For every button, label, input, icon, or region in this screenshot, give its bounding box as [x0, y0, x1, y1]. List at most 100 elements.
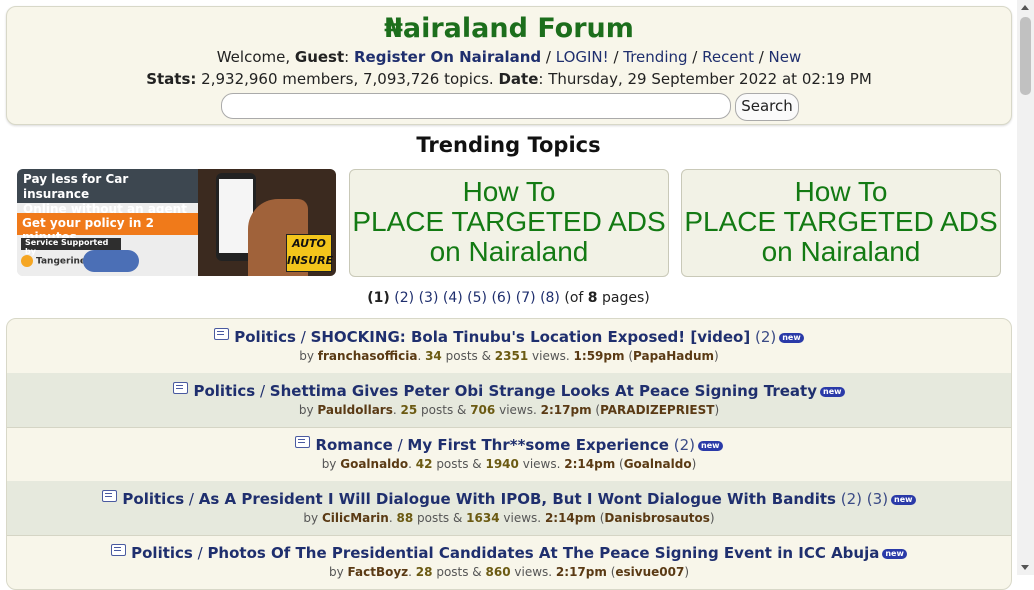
topic-title-link[interactable]: As A President I Will Dialogue With IPOB…	[199, 490, 836, 508]
topic-title-link[interactable]: Photos Of The Presidential Candidates At…	[207, 544, 879, 562]
scroll-down-arrow-icon[interactable]	[1021, 565, 1029, 570]
views-label: views.	[522, 457, 561, 471]
page-link-6[interactable]: (6)	[491, 290, 511, 306]
view-count: 1940	[485, 457, 519, 471]
topic-author-link[interactable]: franchasofficia	[318, 349, 418, 363]
topic-author-link[interactable]: CilicMarin	[322, 511, 389, 525]
last-poster-link[interactable]: PARADIZEPRIEST	[600, 403, 714, 417]
posts-label: posts &	[445, 349, 491, 363]
page-link-2[interactable]: (2)	[394, 290, 414, 306]
by-label: by	[299, 349, 314, 363]
view-count: 860	[485, 565, 511, 579]
topic-icon	[111, 544, 127, 556]
topic-icon	[173, 382, 189, 394]
topic-icon	[214, 328, 230, 340]
topic-author-link[interactable]: Pauldollars	[317, 403, 392, 417]
page-current: (1)	[367, 290, 390, 306]
topic-section-link[interactable]: Politics	[193, 382, 255, 400]
topic-meta: by CilicMarin. 88 posts & 1634 views. 2:…	[303, 511, 715, 525]
promo-line1: How To	[462, 176, 556, 207]
last-post-time: 2:14pm	[544, 511, 596, 525]
views-label: views.	[499, 403, 537, 417]
auto-insure-logo: AUTO INSURE	[286, 234, 333, 272]
page-total: 8	[587, 290, 598, 306]
topic-page-links[interactable]: (2)	[755, 328, 776, 346]
page-link-4[interactable]: (4)	[443, 290, 463, 306]
ad-cta-band: Get your policy in 2 minutes	[17, 213, 198, 244]
page-link-3[interactable]: (3)	[419, 290, 439, 306]
topic-author-link[interactable]: FactBoyz	[348, 565, 409, 579]
topic-section-link[interactable]: Politics	[234, 328, 296, 346]
recent-link[interactable]: Recent	[702, 48, 754, 66]
last-poster-link[interactable]: esivue007	[615, 565, 684, 579]
posts-label: posts &	[436, 457, 482, 471]
promo-line1: How To	[794, 176, 888, 207]
topic-section-link[interactable]: Politics	[122, 490, 184, 508]
promo-targeted-ads-2[interactable]: How To PLACE TARGETED ADS on Nairaland	[681, 169, 1001, 277]
new-badge: new	[891, 495, 916, 505]
login-link[interactable]: LOGIN!	[556, 48, 609, 66]
post-count: 25	[400, 403, 418, 417]
promo-targeted-ads-1[interactable]: How To PLACE TARGETED ADS on Nairaland	[349, 169, 669, 277]
last-post-time: 2:17pm	[540, 403, 592, 417]
posts-label: posts &	[436, 565, 482, 579]
last-poster-link[interactable]: Goalnaldo	[624, 457, 692, 471]
page-link-7[interactable]: (7)	[516, 290, 536, 306]
search-button[interactable]: Search	[735, 93, 799, 121]
ad-band-text: Pay less for Car insurance Online withou…	[23, 172, 198, 217]
page-scrollbar[interactable]	[1017, 0, 1034, 575]
last-poster-link[interactable]: PapaHadum	[633, 349, 714, 363]
stats-text: 2,932,960 members, 7,093,726 topics.	[201, 70, 494, 88]
promo-line3: on Nairaland	[761, 236, 921, 267]
last-poster-link[interactable]: Danisbrosautos	[604, 511, 710, 525]
stats-line: Stats: 2,932,960 members, 7,093,726 topi…	[7, 70, 1011, 88]
post-count: 28	[415, 565, 433, 579]
topic-title-link[interactable]: My First Thr**some Experience	[407, 436, 669, 454]
topic-page-links[interactable]: (2)	[674, 436, 695, 454]
topic-meta: by FactBoyz. 28 posts & 860 views. 2:17p…	[328, 565, 690, 579]
trending-link[interactable]: Trending	[623, 48, 687, 66]
topic-section-link[interactable]: Politics	[131, 544, 193, 562]
car-insurance-ad[interactable]: Pay less for Car insurance Online withou…	[17, 169, 336, 276]
posts-label: posts &	[421, 403, 467, 417]
topic-title-link[interactable]: Shettima Gives Peter Obi Strange Looks A…	[270, 382, 817, 400]
topic-row: Politics / SHOCKING: Bola Tinubu's Locat…	[7, 319, 1011, 374]
last-post-time: 2:17pm	[555, 565, 607, 579]
topic-row: Politics / As A President I Will Dialogu…	[7, 481, 1011, 536]
site-logo[interactable]: ₦airaland Forum	[7, 13, 1011, 44]
ad-photo: AUTO INSURE	[198, 169, 336, 276]
by-label: by	[298, 403, 314, 417]
views-label: views.	[503, 511, 542, 525]
search-input[interactable]	[221, 93, 731, 119]
topic-title-line: Romance / My First Thr**some Experience …	[7, 436, 1011, 454]
topic-section-link[interactable]: Romance	[315, 436, 392, 454]
topic-title-link[interactable]: SHOCKING: Bola Tinubu's Location Exposed…	[311, 328, 751, 346]
stats-label: Stats:	[146, 70, 197, 88]
new-badge: new	[820, 387, 845, 397]
new-badge: new	[698, 441, 723, 451]
ad-line1: Pay less for Car insurance	[23, 172, 129, 201]
trending-title: Trending Topics	[416, 133, 601, 157]
page-link-8[interactable]: (8)	[540, 290, 560, 306]
post-count: 42	[415, 457, 433, 471]
topic-title-line: Politics / Shettima Gives Peter Obi Stra…	[7, 382, 1011, 400]
topic-author-link[interactable]: Goalnaldo	[340, 457, 408, 471]
promo-line2: PLACE TARGETED ADS	[684, 206, 998, 237]
topic-meta: by franchasofficia. 34 posts & 2351 view…	[299, 349, 719, 363]
topic-page-links[interactable]: (2) (3)	[841, 490, 888, 508]
topic-row: Politics / Shettima Gives Peter Obi Stra…	[7, 373, 1011, 428]
scroll-up-arrow-icon[interactable]	[1021, 5, 1029, 10]
register-link[interactable]: Register On Nairaland	[354, 48, 541, 66]
ad-band: Pay less for Car insurance Online withou…	[17, 169, 198, 216]
post-count: 88	[396, 511, 414, 525]
ad-left-panel: Pay less for Car insurance Online withou…	[17, 169, 198, 276]
seal-logo-icon	[83, 250, 139, 272]
topic-title-line: Politics / Photos Of The Presidential Ca…	[7, 544, 1011, 562]
page-link-5[interactable]: (5)	[467, 290, 487, 306]
new-badge: new	[882, 549, 907, 559]
tangerine-logo-icon	[21, 255, 33, 267]
page-of-suffix: pages)	[601, 290, 650, 306]
new-link[interactable]: New	[769, 48, 802, 66]
welcome-prefix: Welcome,	[216, 48, 291, 66]
scroll-thumb[interactable]	[1020, 17, 1031, 95]
